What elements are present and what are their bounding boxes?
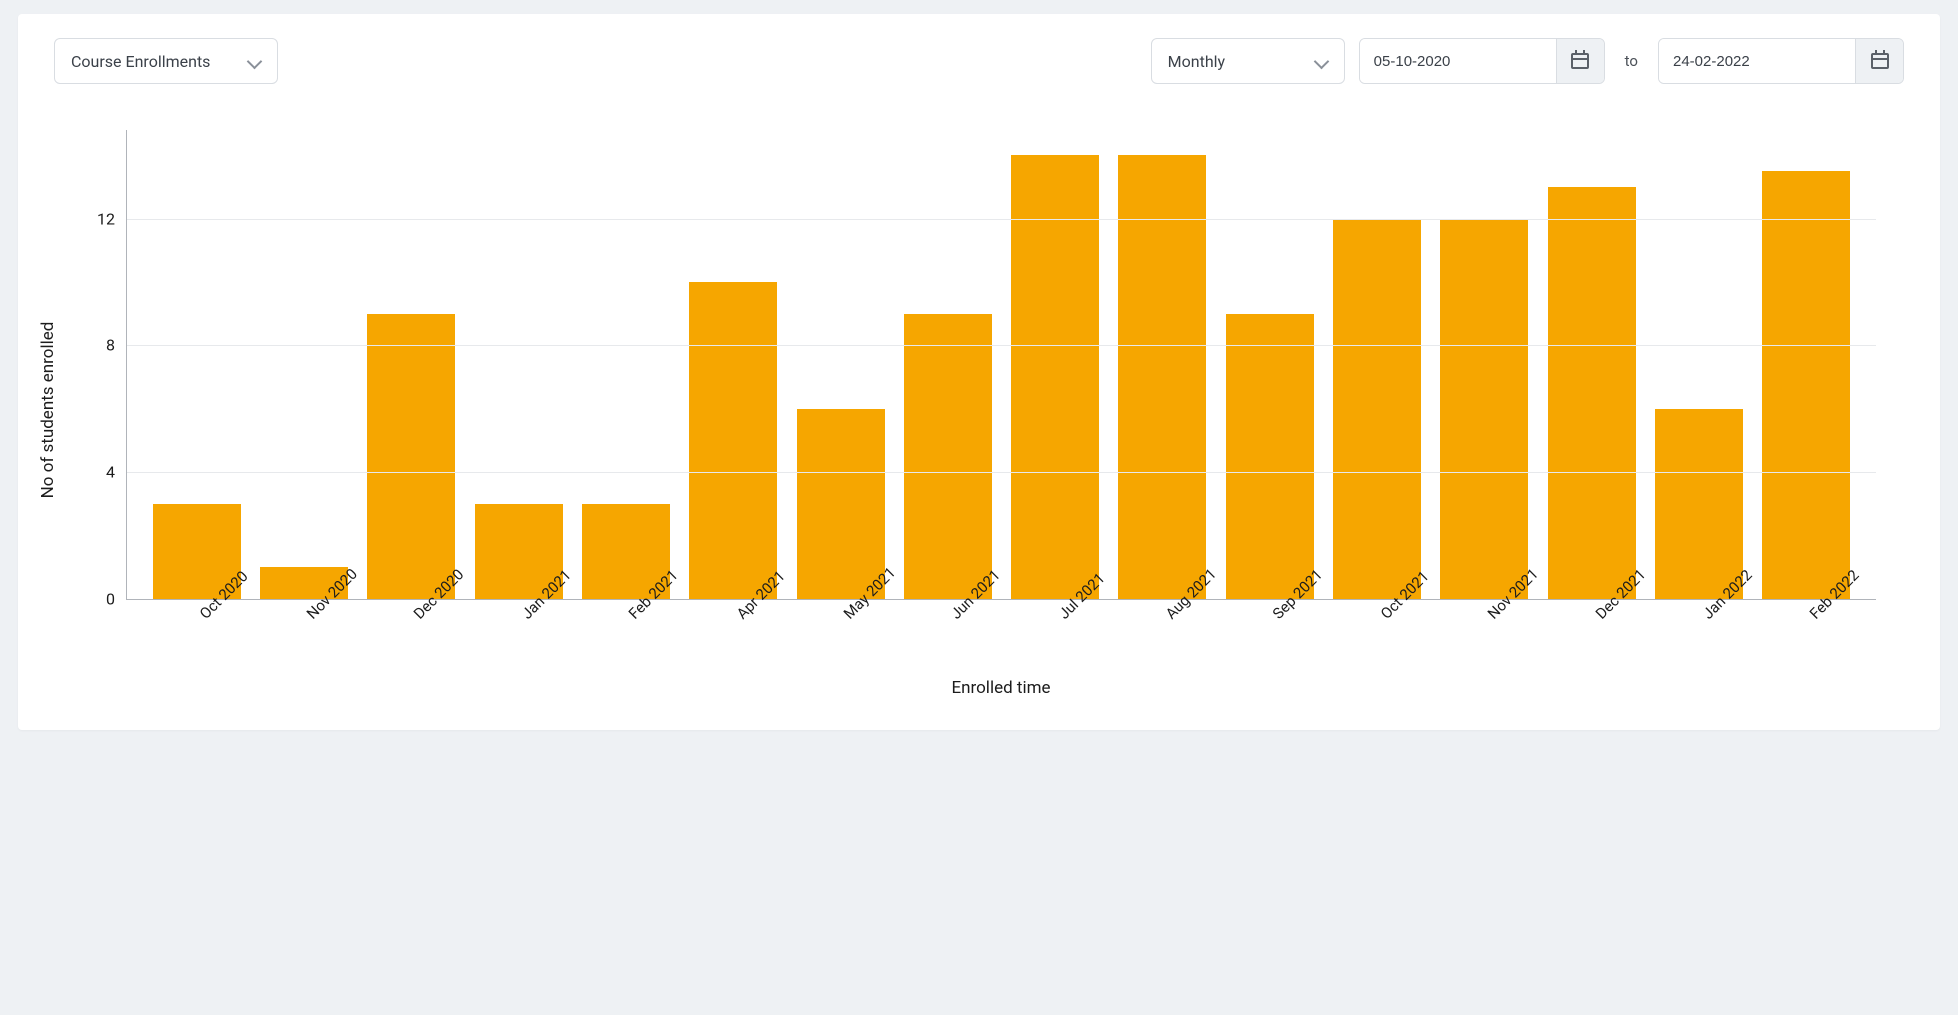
plot-area: 04812 [126, 130, 1876, 600]
report-type-label: Course Enrollments [71, 52, 210, 71]
bar[interactable] [1762, 171, 1850, 599]
bar-slot [358, 130, 465, 599]
x-label-slot: Nov 2021 [1431, 604, 1538, 668]
bar-slot [1431, 130, 1538, 599]
x-label-slot: Jan 2021 [464, 604, 571, 668]
calendar-icon [1871, 53, 1889, 69]
bar-slot [143, 130, 250, 599]
date-to-input[interactable] [1659, 39, 1855, 83]
x-label-slot: Oct 2020 [142, 604, 249, 668]
bar-slot [894, 130, 1001, 599]
bar[interactable] [1548, 187, 1636, 599]
y-tick-label: 4 [106, 463, 127, 482]
x-label-slot: Feb 2022 [1753, 604, 1860, 668]
bar[interactable] [367, 314, 455, 599]
gridline [127, 345, 1876, 346]
bar-slot [1216, 130, 1323, 599]
x-label-slot: Sep 2021 [1216, 604, 1323, 668]
bar-slot [1753, 130, 1860, 599]
x-label-slot: Jan 2022 [1645, 604, 1752, 668]
x-labels: Oct 2020Nov 2020Dec 2020Jan 2021Feb 2021… [126, 604, 1876, 668]
x-label-slot: Jun 2021 [894, 604, 1001, 668]
bar[interactable] [689, 282, 777, 599]
bar-slot [1002, 130, 1109, 599]
x-label-slot: Apr 2021 [679, 604, 786, 668]
x-label-slot: Jul 2021 [1001, 604, 1108, 668]
bar[interactable] [797, 409, 885, 599]
y-tick-label: 0 [106, 590, 127, 609]
x-label-slot: Nov 2020 [249, 604, 356, 668]
bar[interactable] [1118, 155, 1206, 599]
bar[interactable] [1011, 155, 1099, 599]
bar[interactable] [1333, 219, 1421, 599]
chevron-down-icon [247, 54, 261, 68]
date-range-to-label: to [1619, 52, 1644, 70]
report-type-dropdown[interactable]: Course Enrollments [54, 38, 278, 84]
chevron-down-icon [1314, 54, 1328, 68]
bar-slot [787, 130, 894, 599]
date-from-input[interactable] [1360, 39, 1556, 83]
bar[interactable] [1440, 219, 1528, 599]
y-tick-label: 12 [97, 209, 127, 228]
bar[interactable] [904, 314, 992, 599]
bar-slot [1645, 130, 1752, 599]
granularity-dropdown[interactable]: Monthly [1151, 38, 1345, 84]
granularity-label: Monthly [1168, 52, 1225, 71]
bar-slot [572, 130, 679, 599]
x-axis-title: Enrolled time [126, 678, 1876, 698]
x-label-slot: Dec 2021 [1538, 604, 1645, 668]
date-to-group [1658, 38, 1904, 84]
controls-row: Course Enrollments Monthly to [54, 38, 1904, 84]
y-axis-title: No of students enrolled [38, 322, 58, 499]
date-from-group [1359, 38, 1605, 84]
chart: No of students enrolled 04812 Oct 2020No… [54, 120, 1904, 700]
bar[interactable] [1226, 314, 1314, 599]
bar-slot [1538, 130, 1645, 599]
y-tick-label: 8 [106, 336, 127, 355]
x-label-slot: Dec 2020 [357, 604, 464, 668]
bar[interactable] [1655, 409, 1743, 599]
calendar-icon [1571, 53, 1589, 69]
report-card: Course Enrollments Monthly to No of stud… [18, 14, 1940, 730]
gridline [127, 219, 1876, 220]
x-label-slot: May 2021 [786, 604, 893, 668]
x-label-slot: Oct 2021 [1323, 604, 1430, 668]
bar-slot [250, 130, 357, 599]
x-label-slot: Aug 2021 [1108, 604, 1215, 668]
bar-slot [1109, 130, 1216, 599]
date-from-picker-button[interactable] [1556, 39, 1604, 83]
bar-slot [1323, 130, 1430, 599]
date-to-picker-button[interactable] [1855, 39, 1903, 83]
bars-container [127, 130, 1876, 599]
gridline [127, 472, 1876, 473]
bar-slot [465, 130, 572, 599]
x-label-slot: Feb 2021 [572, 604, 679, 668]
bar-slot [680, 130, 787, 599]
